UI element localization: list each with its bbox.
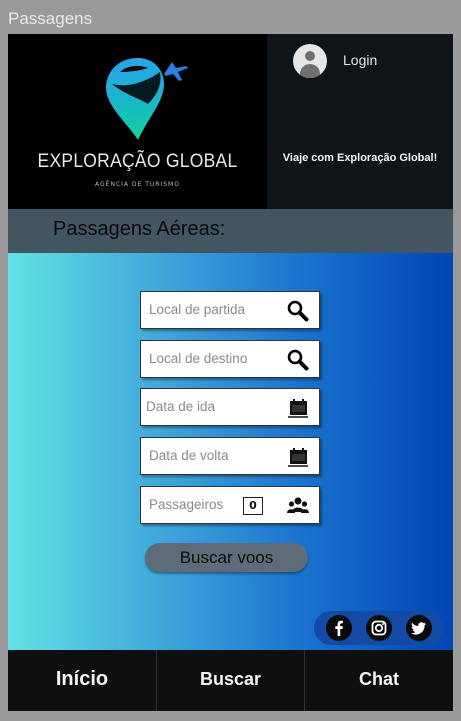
nav-chat[interactable]: Chat <box>305 650 453 711</box>
nav-buscar[interactable]: Buscar <box>157 650 304 711</box>
search-icon <box>287 349 309 371</box>
calendar-icon <box>288 399 308 418</box>
search-panel: Local de partida Local de destino Data d… <box>8 253 453 650</box>
destination-field[interactable]: Local de destino <box>140 340 320 378</box>
twitter-icon[interactable] <box>406 615 432 641</box>
search-flights-button[interactable]: Buscar voos <box>145 543 308 572</box>
social-links <box>314 611 444 645</box>
destination-placeholder: Local de destino <box>149 351 248 366</box>
brand-name: EXPLORAÇÃO GLOBAL <box>37 151 238 172</box>
search-icon <box>287 300 309 322</box>
header: EXPLORAÇÃO GLOBAL AGÊNCIA DE TURISMO Log… <box>8 34 453 209</box>
users-icon <box>287 497 309 513</box>
bottom-nav: Início Buscar Chat <box>8 650 453 711</box>
origin-placeholder: Local de partida <box>149 302 246 317</box>
return-date-field[interactable]: Data de volta <box>140 437 320 475</box>
account-panel: Login Viaje com Exploração Global! <box>267 34 453 209</box>
window-title: Passagens <box>8 9 93 28</box>
return-placeholder: Data de volta <box>149 448 229 463</box>
departure-placeholder: Data de ida <box>146 399 216 414</box>
calendar-icon <box>288 448 308 467</box>
tagline: Viaje com Exploração Global! <box>282 152 438 164</box>
passengers-label: Passageiros <box>149 497 224 512</box>
instagram-icon[interactable] <box>366 615 392 641</box>
passengers-count-input[interactable]: 0 <box>243 497 263 515</box>
login-link[interactable]: Login <box>343 52 377 68</box>
avatar-icon[interactable] <box>293 44 327 78</box>
logo-panel: EXPLORAÇÃO GLOBAL AGÊNCIA DE TURISMO <box>8 34 267 209</box>
departure-date-field[interactable]: Data de ida <box>140 388 320 426</box>
nav-inicio[interactable]: Início <box>8 650 156 711</box>
origin-field[interactable]: Local de partida <box>140 291 320 329</box>
brand-subtitle: AGÊNCIA DE TURISMO <box>95 181 180 188</box>
logo-pin-icon <box>106 58 188 140</box>
passengers-field[interactable]: Passageiros 0 <box>140 486 320 524</box>
section-bar: Passagens Aéreas: <box>8 209 453 253</box>
page-title: Passagens Aéreas: <box>53 218 226 240</box>
facebook-icon[interactable] <box>326 615 352 641</box>
app-frame: EXPLORAÇÃO GLOBAL AGÊNCIA DE TURISMO Log… <box>8 34 453 711</box>
